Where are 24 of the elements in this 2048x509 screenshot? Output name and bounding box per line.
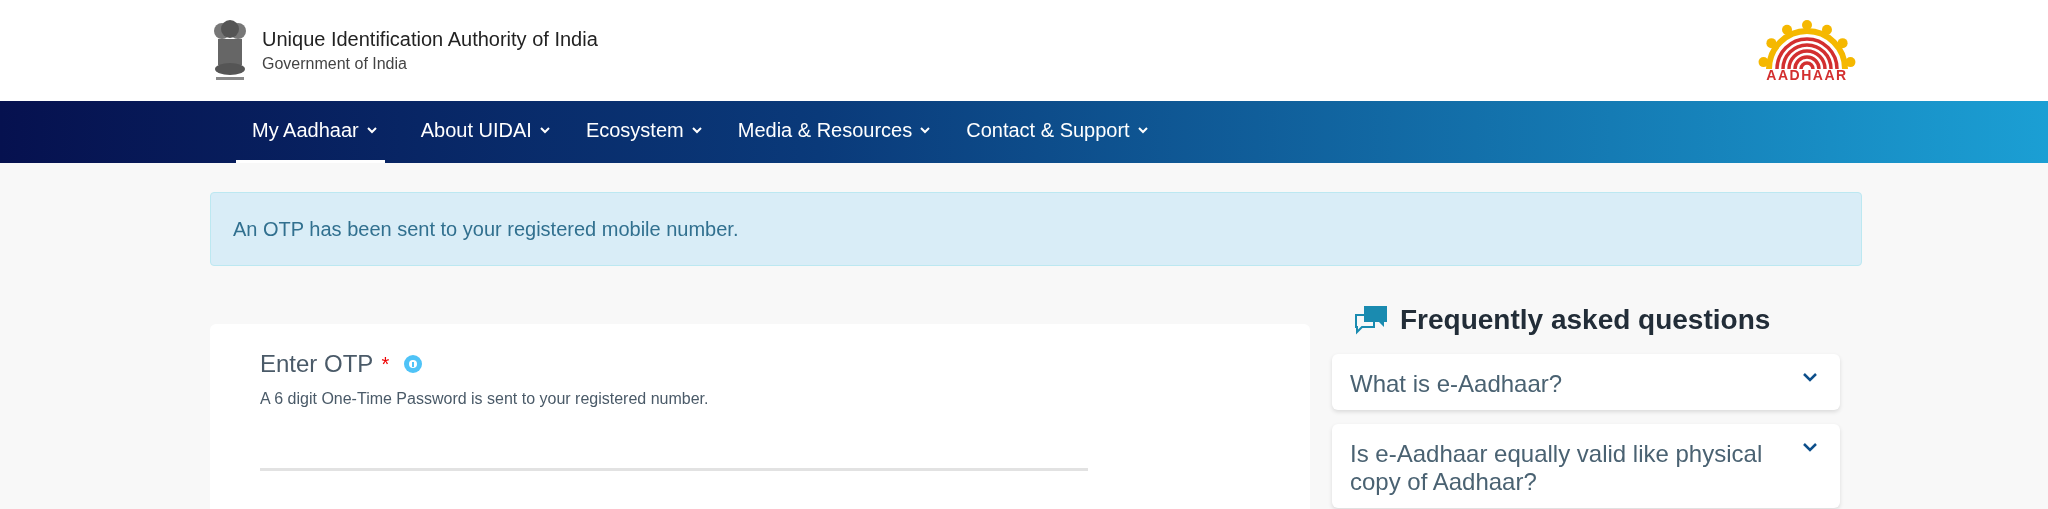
required-mark: * [381,352,390,376]
nav-tab[interactable]: About UIDAI [420,101,550,163]
otp-label: Enter OTP [260,350,374,378]
chevron-down-icon [691,127,702,134]
chat-question-icon [1354,305,1388,335]
nav-tab[interactable]: Ecosystem [585,101,702,163]
info-icon[interactable] [403,354,424,374]
faq-item[interactable]: Is e-Aadhaar equally valid like physical copy of Aadhaar? [1332,424,1840,508]
organization-title: Unique Identification Authority of India [262,28,598,51]
logo-wordmark: AADHAAR [1766,66,1848,83]
chevron-down-icon [1137,127,1148,134]
chevron-down-icon [920,127,931,134]
nav-tab[interactable]: My Aadhaar [236,101,385,163]
otp-sent-alert: An OTP has been sent to your registered mobile number. [210,192,1862,266]
chevron-icon [1802,442,1818,452]
chevron-down-icon [366,127,377,134]
faq-item[interactable]: What is e-Aadhaar? [1332,354,1840,410]
nav-tab[interactable]: Media & Resources [737,101,931,163]
otp-hint: A 6 digit One-Time Password is sent to your registered number. [260,390,710,408]
faq-heading: Frequently asked questions [1400,304,1771,336]
nav-tab[interactable]: Contact & Support [966,101,1148,163]
chevron-down-icon [539,127,550,134]
organization-subtitle: Government of India [262,55,408,73]
chevron-icon [1802,372,1818,382]
